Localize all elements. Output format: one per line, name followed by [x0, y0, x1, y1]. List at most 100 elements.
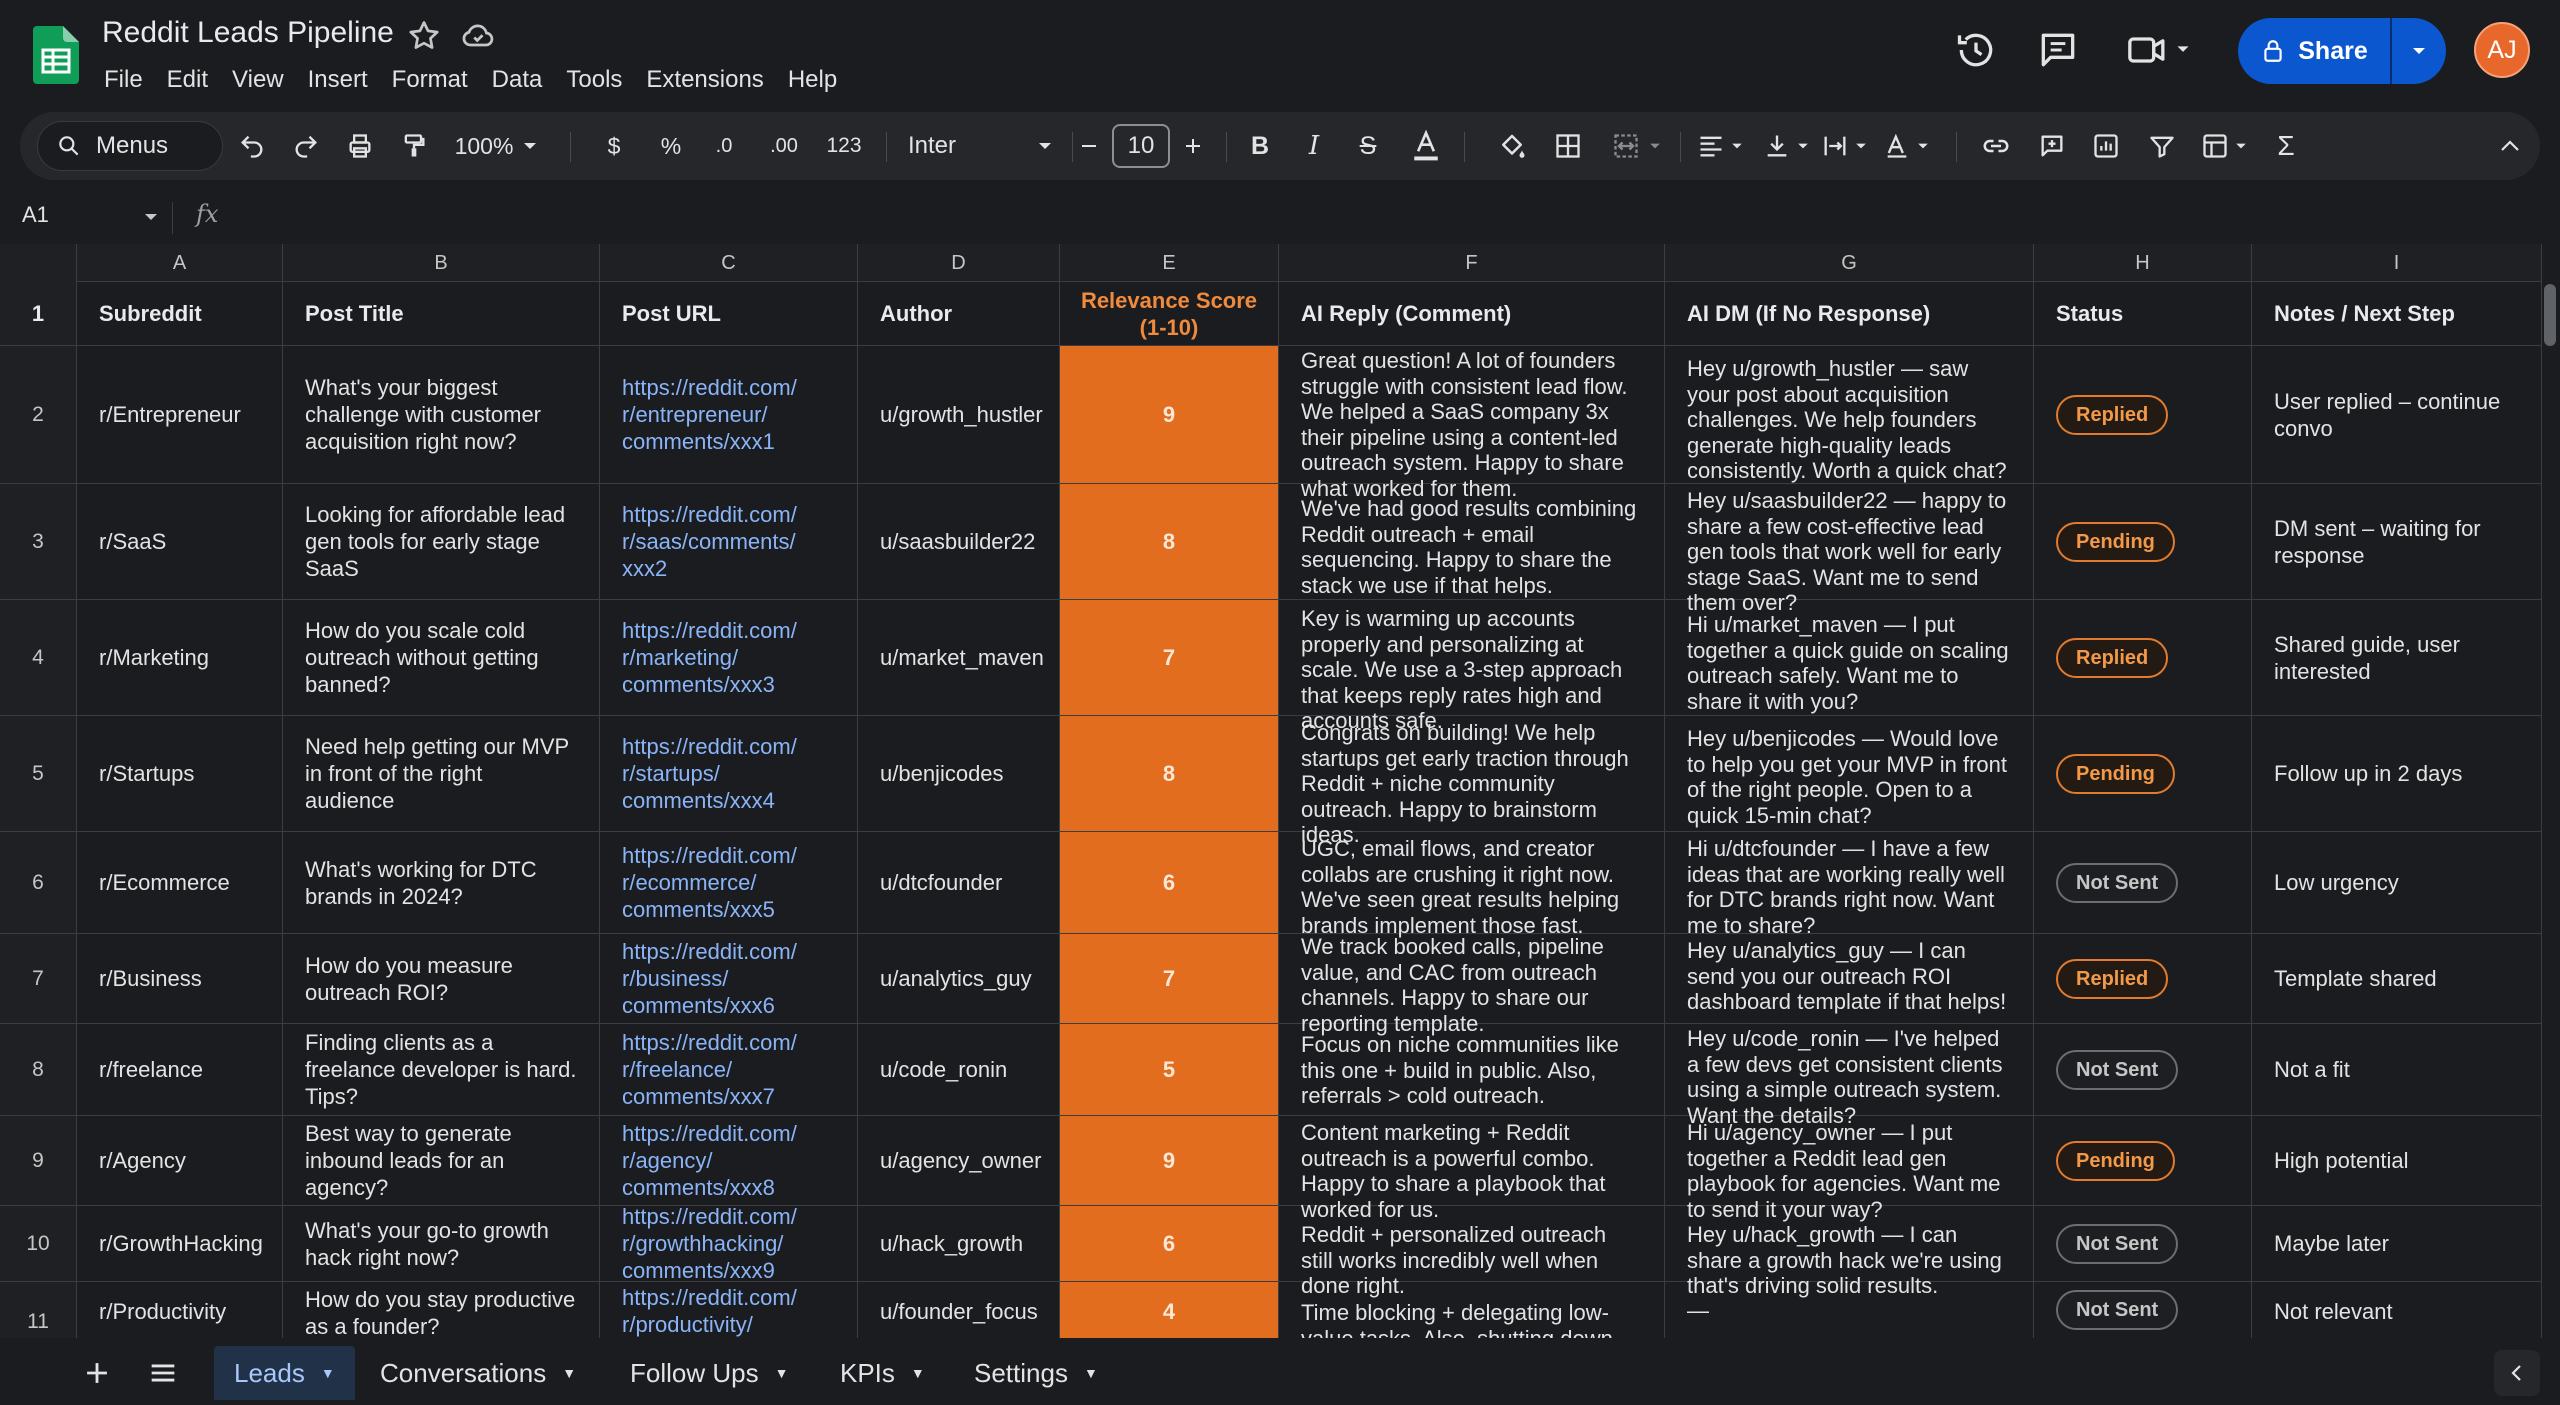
relevance-score-cell[interactable]: 8 [1060, 484, 1279, 599]
post-url-link[interactable]: https://reddit.com/ r/freelance/ comment… [600, 1024, 858, 1115]
row-number[interactable]: 5 [0, 716, 77, 831]
caret-down-icon[interactable]: ▼ [775, 1365, 789, 1381]
notes-cell[interactable]: User replied – continue convo [2252, 346, 2542, 483]
vertical-scrollbar[interactable] [2544, 284, 2556, 346]
status-cell[interactable]: Replied [2034, 346, 2252, 483]
post-url-link[interactable]: https://reddit.com/ r/ecommerce/ comment… [600, 832, 858, 933]
paint-format-icon[interactable] [394, 126, 434, 166]
functions-sigma-icon[interactable]: Σ [2266, 126, 2306, 166]
name-box[interactable]: A1 [22, 202, 49, 228]
column-header-h[interactable]: H [2034, 244, 2252, 282]
share-dropdown-button[interactable] [2392, 18, 2446, 84]
post-url-link[interactable]: https://reddit.com/ r/agency/ comments/x… [600, 1116, 858, 1205]
ai-reply-cell[interactable]: We've had good results combining Reddit … [1279, 484, 1665, 599]
menu-file[interactable]: File [102, 64, 155, 96]
relevance-score-cell[interactable]: 9 [1060, 1116, 1279, 1205]
subreddit-cell[interactable]: r/Entrepreneur [77, 346, 283, 483]
relevance-score-cell[interactable]: 7 [1060, 934, 1279, 1023]
document-title[interactable]: Reddit Leads Pipeline [102, 16, 394, 50]
menu-tools[interactable]: Tools [554, 64, 634, 96]
notes-cell[interactable]: Maybe later [2252, 1206, 2542, 1281]
borders-icon[interactable] [1548, 126, 1588, 166]
post-title-cell[interactable]: How do you scale cold outreach without g… [283, 600, 600, 715]
post-url-link[interactable]: https://reddit.com/ r/growthhacking/ com… [600, 1204, 858, 1283]
column-header-i[interactable]: I [2252, 244, 2542, 282]
ai-reply-cell[interactable]: Congrats on building! We help startups g… [1279, 716, 1665, 847]
tab-settings[interactable]: Settings ▼ [954, 1346, 1118, 1400]
ai-reply-cell[interactable]: Key is warming up accounts properly and … [1279, 600, 1665, 733]
notes-cell[interactable]: Not relevant [2252, 1282, 2542, 1338]
header-notes[interactable]: Notes / Next Step [2252, 282, 2542, 345]
ai-dm-cell[interactable]: Hey u/analytics_guy — I can send you our… [1665, 934, 2034, 1023]
post-url-link[interactable]: https://reddit.com/ r/productivity/ comm… [600, 1282, 858, 1338]
notes-cell[interactable]: Low urgency [2252, 832, 2542, 933]
fill-color-icon[interactable] [1492, 126, 1532, 166]
increase-decimal-button[interactable]: .00 [762, 126, 806, 166]
menu-format[interactable]: Format [380, 64, 480, 96]
subreddit-cell[interactable]: r/Ecommerce [77, 832, 283, 933]
row-number[interactable]: 6 [0, 832, 77, 933]
status-cell[interactable]: Not Sent [2034, 1206, 2252, 1281]
row-number[interactable]: 9 [0, 1116, 77, 1205]
side-panel-toggle-button[interactable] [2494, 1350, 2540, 1396]
version-history-icon[interactable] [1954, 28, 1998, 72]
text-rotation-icon[interactable] [1878, 126, 1934, 166]
sheets-logo-icon[interactable] [33, 26, 79, 84]
author-cell[interactable]: u/agency_owner [858, 1116, 1060, 1205]
print-icon[interactable] [340, 126, 380, 166]
menu-insert[interactable]: Insert [296, 64, 380, 96]
row-number[interactable]: 7 [0, 934, 77, 1023]
status-cell[interactable]: Pending [2034, 1116, 2252, 1205]
column-header-d[interactable]: D [858, 244, 1060, 282]
font-size-decrease-icon[interactable] [1074, 126, 1104, 166]
column-header-a[interactable]: A [77, 244, 283, 282]
italic-icon[interactable]: I [1296, 126, 1332, 166]
status-badge[interactable]: Pending [2056, 521, 2175, 562]
tab-follow-ups[interactable]: Follow Ups ▼ [610, 1346, 808, 1400]
author-cell[interactable]: u/hack_growth [858, 1206, 1060, 1281]
caret-down-icon[interactable]: ▼ [321, 1365, 335, 1381]
currency-format-button[interactable]: $ [600, 126, 628, 166]
subreddit-cell[interactable]: r/Marketing [77, 600, 283, 715]
author-cell[interactable]: u/growth_hustler [858, 346, 1060, 483]
undo-icon[interactable] [232, 126, 272, 166]
post-title-cell[interactable]: What's working for DTC brands in 2024? [283, 832, 600, 933]
vertical-align-icon[interactable] [1760, 126, 1812, 166]
author-cell[interactable]: u/dtcfounder [858, 832, 1060, 933]
redo-icon[interactable] [286, 126, 326, 166]
caret-down-icon[interactable]: ▼ [562, 1365, 576, 1381]
row-number[interactable]: 4 [0, 600, 77, 715]
ai-reply-cell[interactable]: UGC, email flows, and creator collabs ar… [1279, 832, 1665, 938]
notes-cell[interactable]: Shared guide, user interested [2252, 600, 2542, 715]
font-size-input[interactable]: 10 [1112, 124, 1170, 168]
post-url-link[interactable]: https://reddit.com/ r/entrepreneur/ comm… [600, 346, 858, 483]
header-relevance-score[interactable]: Relevance Score (1-10) [1060, 282, 1279, 345]
post-url-link[interactable]: https://reddit.com/ r/business/ comments… [600, 934, 858, 1023]
author-cell[interactable]: u/market_maven [858, 600, 1060, 715]
meet-video-icon[interactable] [2126, 28, 2196, 72]
caret-down-icon[interactable]: ▼ [911, 1365, 925, 1381]
ai-reply-cell[interactable]: We track booked calls, pipeline value, a… [1279, 934, 1665, 1036]
menu-extensions[interactable]: Extensions [634, 64, 775, 96]
column-header-c[interactable]: C [600, 244, 858, 282]
share-button[interactable]: Share [2238, 18, 2446, 84]
column-header-e[interactable]: E [1060, 244, 1279, 282]
status-badge[interactable]: Replied [2056, 637, 2169, 678]
post-title-cell[interactable]: How do you stay productive as a founder? [283, 1282, 600, 1338]
filter-icon[interactable] [2142, 126, 2182, 166]
ai-dm-cell[interactable]: Hi u/market_maven — I put together a qui… [1665, 600, 2034, 715]
post-url-link[interactable]: https://reddit.com/ r/saas/comments/ xxx… [600, 484, 858, 599]
notes-cell[interactable]: Not a fit [2252, 1024, 2542, 1115]
notes-cell[interactable]: High potential [2252, 1116, 2542, 1205]
column-header-f[interactable]: F [1279, 244, 1665, 282]
text-wrapping-icon[interactable] [1816, 126, 1872, 166]
insert-link-icon[interactable] [1976, 126, 2016, 166]
row-number[interactable]: 11 [0, 1282, 77, 1338]
ai-dm-cell[interactable]: Hey u/growth_hustler — saw your post abo… [1665, 346, 2034, 483]
relevance-score-cell[interactable]: 5 [1060, 1024, 1279, 1115]
ai-dm-cell[interactable]: Hi u/agency_owner — I put together a Red… [1665, 1116, 2034, 1222]
status-badge[interactable]: Not Sent [2056, 1223, 2179, 1264]
post-url-link[interactable]: https://reddit.com/ r/startups/ comments… [600, 716, 858, 831]
add-sheet-icon[interactable] [80, 1356, 114, 1390]
status-badge[interactable]: Pending [2056, 1140, 2175, 1181]
